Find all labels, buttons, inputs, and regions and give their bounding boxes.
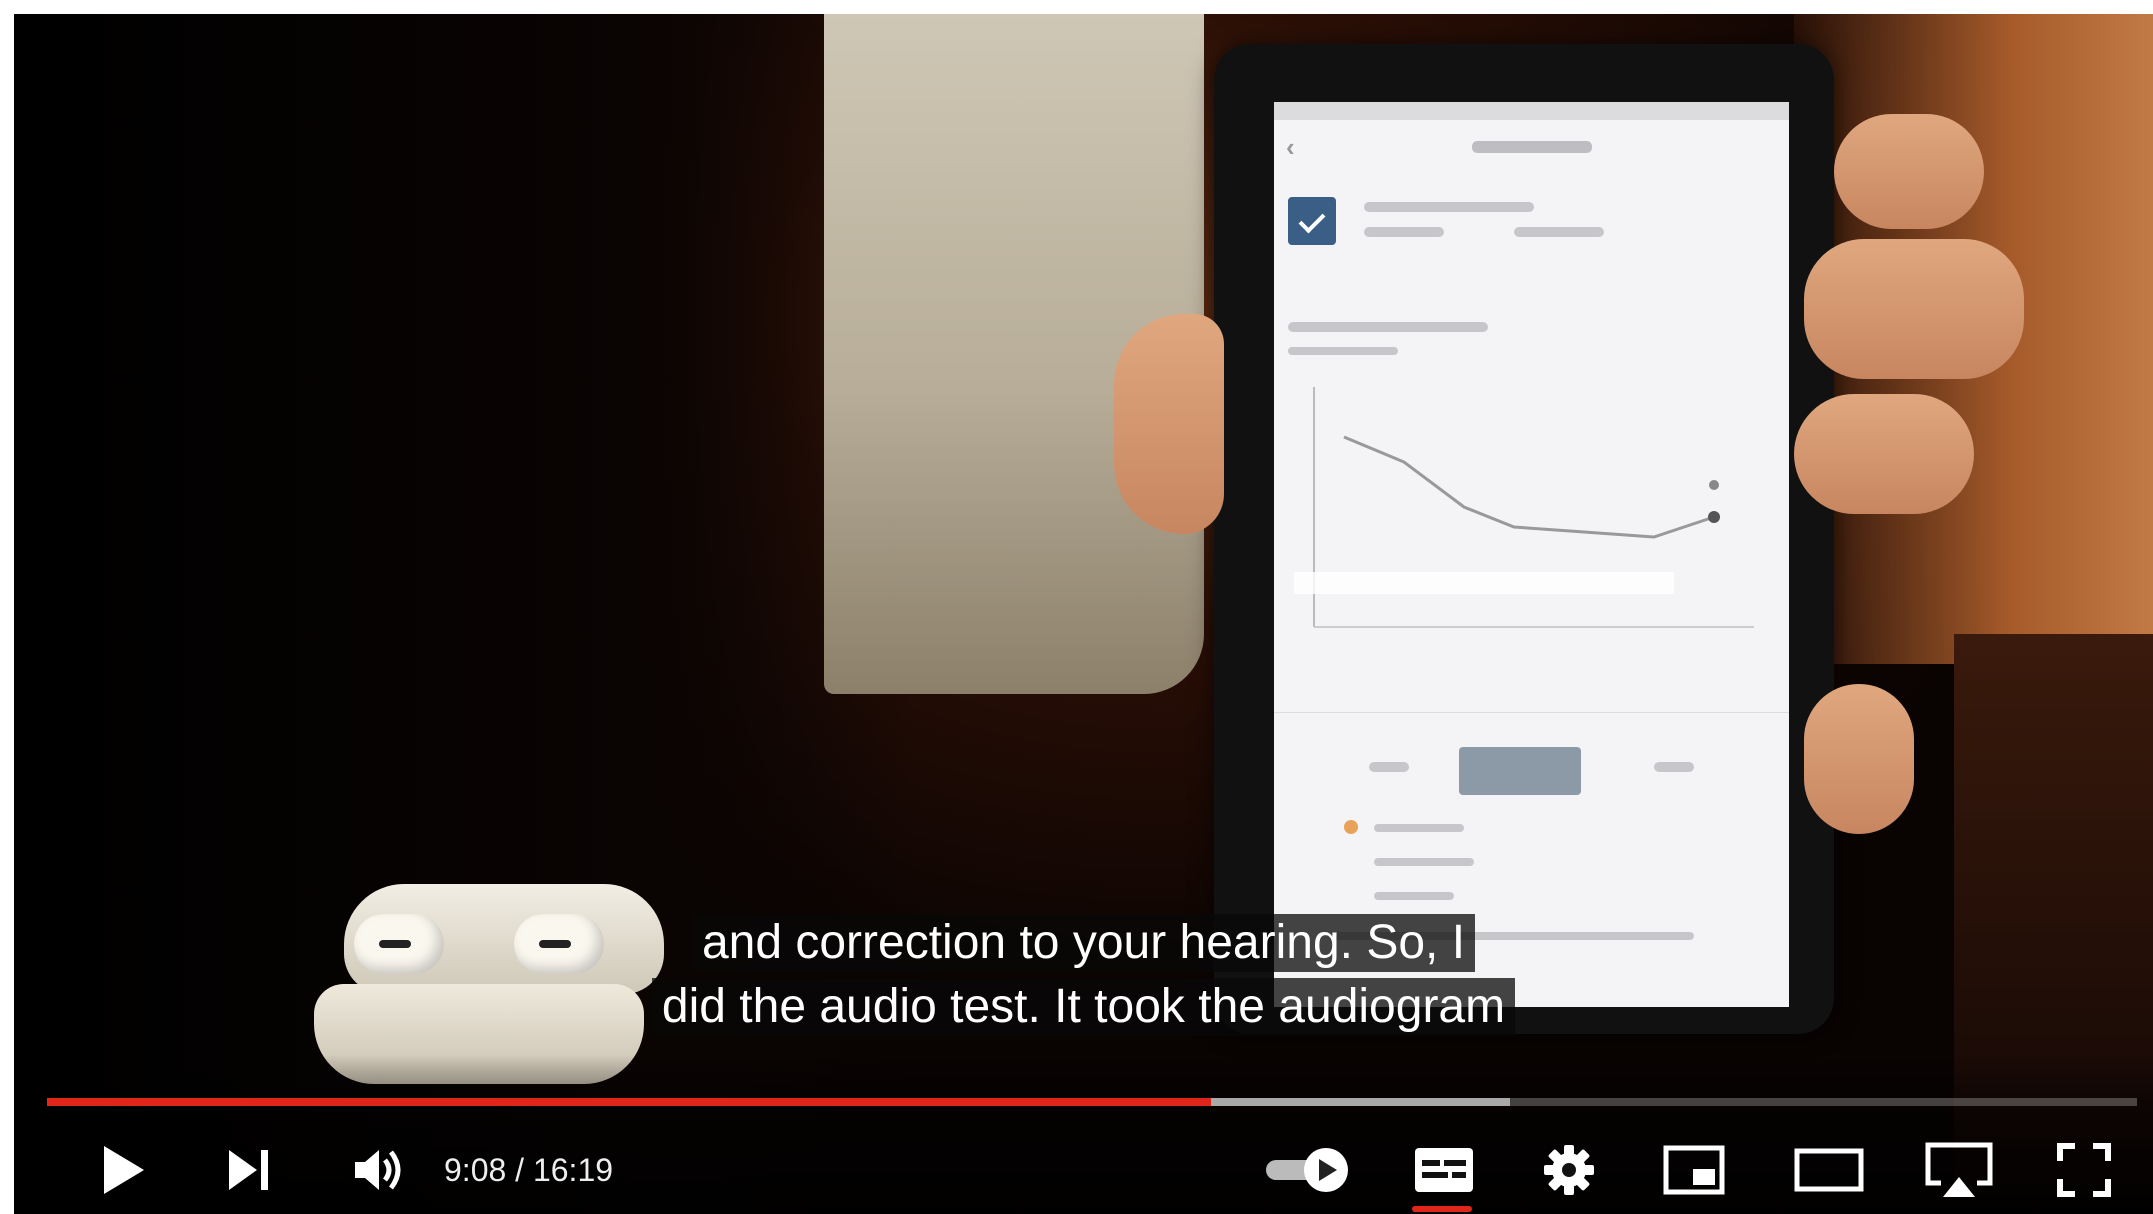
phone-text <box>1288 347 1398 355</box>
phone-divider <box>1274 712 1789 713</box>
phone-nav-bar: ‹ <box>1274 122 1789 172</box>
phone-text <box>1288 322 1488 332</box>
miniplayer-button[interactable] <box>1654 1140 1734 1200</box>
progress-played <box>47 1098 1212 1106</box>
phone-tab <box>1369 762 1409 772</box>
subtitle-line: and correction to your hearing. So, I <box>691 914 1476 972</box>
phone-tab <box>1654 762 1694 772</box>
player-controls: 9:08 / 16:19 <box>14 1054 2153 1214</box>
subtitle-line: did the audio test. It took the audiogra… <box>651 978 1516 1036</box>
airplay-icon <box>1925 1142 1993 1197</box>
volume-button[interactable] <box>339 1140 419 1200</box>
phone-status-bar <box>1274 102 1789 120</box>
settings-button[interactable] <box>1529 1140 1609 1200</box>
fullscreen-icon <box>2057 1143 2111 1197</box>
finger <box>1804 239 2024 379</box>
back-chevron-icon: ‹ <box>1286 131 1295 162</box>
phone-text <box>1374 892 1454 900</box>
subtitles: and correction to your hearing. So, I di… <box>14 914 2153 1036</box>
autoplay-toggle-icon <box>1266 1148 1348 1192</box>
autoplay-toggle[interactable] <box>1259 1140 1359 1200</box>
phone-audiogram-chart <box>1294 377 1774 677</box>
phone-screen: ‹ <box>1274 102 1789 1007</box>
phone-text <box>1364 202 1534 212</box>
phone-legend-dot <box>1344 820 1358 834</box>
phone-tab-active <box>1459 747 1581 795</box>
subtitles-active-indicator <box>1412 1206 1472 1212</box>
theater-mode-icon <box>1794 1148 1864 1192</box>
play-button[interactable] <box>84 1140 164 1200</box>
finger <box>1804 684 1914 834</box>
next-button[interactable] <box>209 1140 289 1200</box>
time-display: 9:08 / 16:19 <box>444 1152 614 1188</box>
subtitles-icon <box>1415 1148 1473 1192</box>
phone: ‹ <box>1214 44 1834 1034</box>
phone-nav-title <box>1471 141 1592 153</box>
miniplayer-icon <box>1663 1145 1725 1195</box>
progress-bar[interactable] <box>47 1098 2137 1106</box>
phone-text <box>1374 858 1474 866</box>
fullscreen-button[interactable] <box>2044 1140 2124 1200</box>
volume-icon <box>355 1150 401 1190</box>
subtitles-button[interactable] <box>1404 1140 1484 1200</box>
phone-text <box>1514 227 1604 237</box>
airplay-button[interactable] <box>1914 1140 2004 1200</box>
phone-text <box>1374 824 1464 832</box>
next-icon <box>229 1150 268 1190</box>
play-icon <box>104 1146 144 1194</box>
app-logo-icon <box>1288 197 1336 245</box>
theater-mode-button[interactable] <box>1784 1140 1874 1200</box>
finger <box>1834 114 1984 229</box>
thumb <box>1114 314 1224 534</box>
video-player[interactable]: ‹ and correction to your hearing. So, I … <box>14 14 2153 1214</box>
finger <box>1794 394 1974 514</box>
phone-text <box>1364 227 1444 237</box>
gear-icon <box>1544 1145 1594 1195</box>
